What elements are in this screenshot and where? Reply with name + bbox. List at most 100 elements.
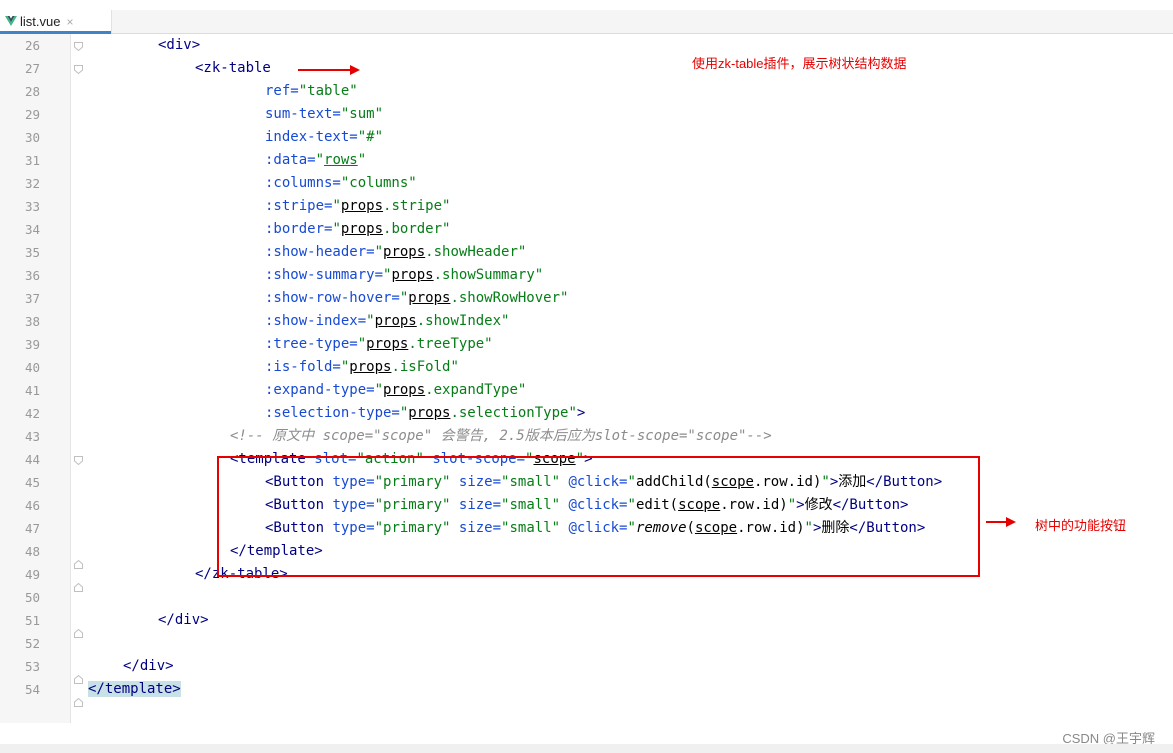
- highlight-box: [217, 456, 980, 577]
- code-token: ": [315, 152, 325, 168]
- code-line[interactable]: 32 :columns="columns": [0, 172, 1173, 195]
- code-token: props: [383, 382, 426, 398]
- line-number: 39: [24, 337, 40, 352]
- code-token: </template>: [88, 681, 181, 697]
- fold-end-marker-icon[interactable]: [74, 583, 83, 592]
- annotation-zk-table: 使用zk-table插件，展示树状结构数据: [692, 56, 907, 71]
- code-text: <div>: [158, 34, 200, 57]
- code-text: sum-text="sum": [265, 103, 383, 126]
- code-line[interactable]: 54 </template>: [0, 678, 1173, 701]
- line-number: 37: [24, 291, 40, 306]
- code-token: ref=: [265, 83, 299, 99]
- line-number: 50: [24, 590, 40, 605]
- code-token: props: [408, 405, 451, 421]
- code-token: </div>: [158, 612, 209, 628]
- code-token: "columns": [340, 175, 417, 191]
- code-text: <zk-table: [195, 57, 271, 80]
- code-token: .treeType": [408, 336, 493, 352]
- line-number: 32: [24, 176, 40, 191]
- code-token: index-text=: [265, 129, 358, 145]
- code-line[interactable]: 38:show-index="props.showIndex": [0, 310, 1173, 333]
- code-line[interactable]: 31:data="rows": [0, 149, 1173, 172]
- code-line[interactable]: 41 :expand-type="props.expandType": [0, 379, 1173, 402]
- code-token: props: [408, 290, 451, 306]
- code-line[interactable]: 52: [0, 632, 1173, 655]
- close-tab-icon[interactable]: ×: [66, 15, 73, 29]
- code-line[interactable]: 33:stripe="props.stripe": [0, 195, 1173, 218]
- line-number: 34: [24, 222, 40, 237]
- tab-label: list.vue: [20, 14, 61, 29]
- code-line[interactable]: 36:show-summary="props.showSummary": [0, 264, 1173, 287]
- line-number: 52: [24, 636, 40, 651]
- fold-end-marker-icon[interactable]: [74, 698, 83, 707]
- line-number: 41: [24, 383, 40, 398]
- code-text: :expand-type="props.expandType": [265, 379, 526, 402]
- code-line[interactable]: 53 </div>: [0, 655, 1173, 678]
- code-line[interactable]: 26 <div>: [0, 34, 1173, 57]
- line-number: 28: [24, 84, 40, 99]
- code-token: "sum": [340, 106, 384, 122]
- code-token: :columns=: [265, 175, 341, 191]
- code-line[interactable]: 43 <!-- 原文中 scope="scope" 会警告, 2.5版本后应为sl…: [0, 425, 1173, 448]
- code-token: .showRowHover": [450, 290, 569, 306]
- fold-end-marker-icon[interactable]: [74, 560, 83, 569]
- code-token: <!-- 原文中 scope="scope" 会警告, 2.5版本后应为slot…: [230, 428, 772, 444]
- fold-end-marker-icon[interactable]: [74, 675, 83, 684]
- line-number: 33: [24, 199, 40, 214]
- code-line[interactable]: 29 sum-text="sum": [0, 103, 1173, 126]
- code-text: :show-summary="props.showSummary": [265, 264, 543, 287]
- code-token: .isFold": [391, 359, 459, 375]
- code-token: props: [391, 267, 434, 283]
- code-token: ": [374, 244, 384, 260]
- code-token: ": [332, 198, 341, 214]
- code-line[interactable]: 37:show-row-hover="props.showRowHover": [0, 287, 1173, 310]
- code-line[interactable]: 35 :show-header="props.showHeader": [0, 241, 1173, 264]
- line-number: 35: [24, 245, 40, 260]
- code-text: :tree-type="props.treeType": [265, 333, 493, 356]
- code-editor[interactable]: 26 <div> 27 <zk-table 28 ref="table" 29 sum-tex…: [0, 34, 1173, 723]
- code-token: props: [366, 336, 409, 352]
- code-token: ": [357, 152, 367, 168]
- code-token: ": [366, 313, 375, 329]
- code-line[interactable]: 39 :tree-type="props.treeType": [0, 333, 1173, 356]
- code-token: :border=: [265, 221, 333, 237]
- line-number: 54: [24, 682, 40, 697]
- code-token: "table": [298, 83, 358, 99]
- line-number: 46: [24, 498, 40, 513]
- code-line[interactable]: 27 <zk-table: [0, 57, 1173, 80]
- code-line[interactable]: 40:is-fold="props.isFold": [0, 356, 1173, 379]
- annotation-buttons: 树中的功能按钮: [1035, 518, 1127, 533]
- code-token: .showSummary": [433, 267, 544, 283]
- fold-marker-icon[interactable]: [74, 42, 83, 51]
- line-number: 48: [24, 544, 40, 559]
- code-line[interactable]: 28 ref="table": [0, 80, 1173, 103]
- code-text: :selection-type="props.selectionType">: [265, 402, 585, 425]
- fold-marker-icon[interactable]: [74, 456, 83, 465]
- code-token: .selectionType": [450, 405, 577, 421]
- code-token: :selection-type=: [265, 405, 400, 421]
- code-line[interactable]: 50: [0, 586, 1173, 609]
- code-token: .border": [383, 221, 451, 237]
- tab-list-vue[interactable]: list.vue ×: [0, 10, 112, 34]
- line-number: 43: [24, 429, 40, 444]
- line-number: 40: [24, 360, 40, 375]
- code-token: :expand-type=: [265, 382, 375, 398]
- code-line[interactable]: 34:border="props.border": [0, 218, 1173, 241]
- code-token: :show-index=: [265, 313, 367, 329]
- code-token: props: [374, 313, 417, 329]
- code-token: :show-header=: [265, 244, 375, 260]
- code-token: :show-summary=: [265, 267, 384, 283]
- code-line[interactable]: 30 index-text="#": [0, 126, 1173, 149]
- code-token: ": [374, 382, 384, 398]
- code-text: :data="rows": [265, 149, 366, 172]
- code-token: :data=: [265, 152, 316, 168]
- code-line[interactable]: 42:selection-type="props.selectionType">: [0, 402, 1173, 425]
- code-line[interactable]: 51 </div>: [0, 609, 1173, 632]
- code-text: :show-header="props.showHeader": [265, 241, 526, 264]
- fold-end-marker-icon[interactable]: [74, 629, 83, 638]
- line-number: 53: [24, 659, 40, 674]
- fold-marker-icon[interactable]: [74, 65, 83, 74]
- line-number: 29: [24, 107, 40, 122]
- code-token: props: [383, 244, 426, 260]
- code-token: :show-row-hover=: [265, 290, 400, 306]
